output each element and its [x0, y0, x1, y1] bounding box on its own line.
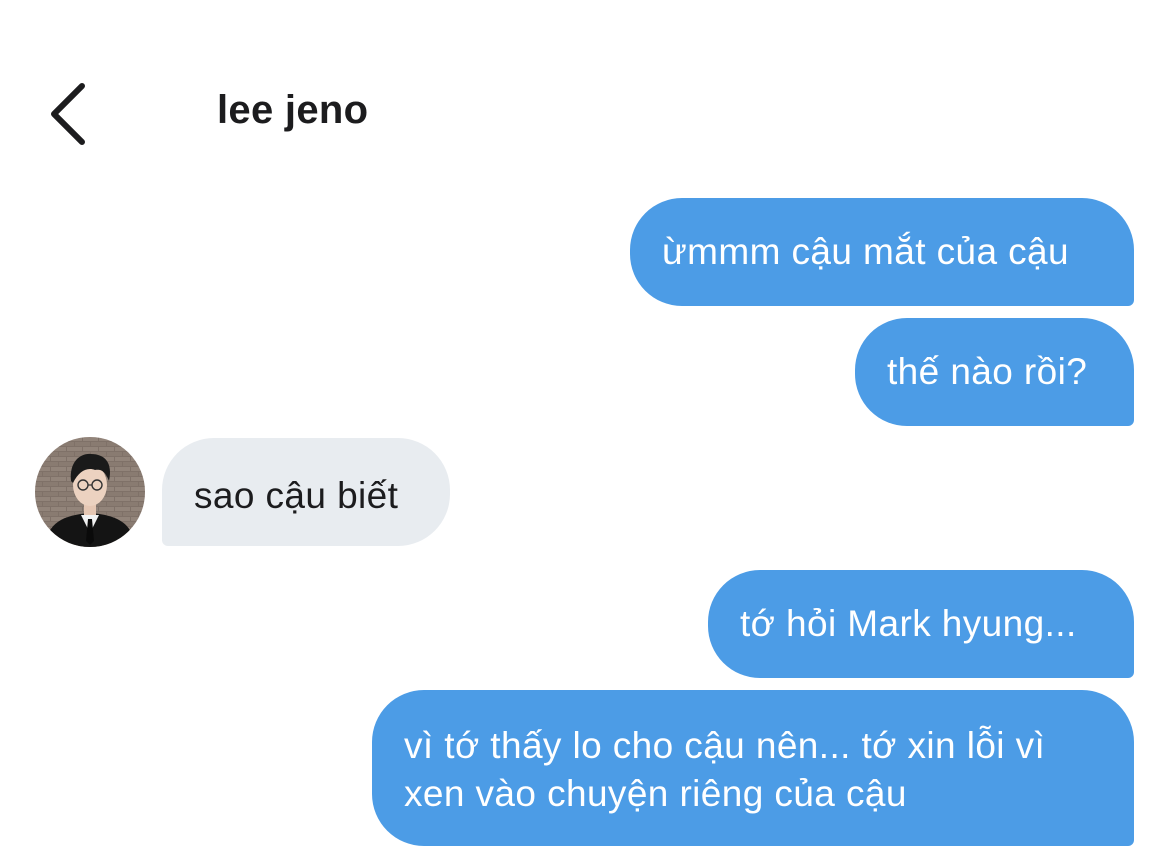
message-text: tớ hỏi Mark hyung... [740, 603, 1077, 644]
contact-avatar[interactable] [35, 437, 145, 547]
message-text: thế nào rồi? [887, 351, 1088, 392]
contact-name[interactable]: lee jeno [217, 88, 368, 133]
message-bubble-sent: vì tớ thấy lo cho cậu nên... tớ xin lỗi … [372, 690, 1134, 846]
back-button[interactable] [38, 78, 98, 150]
message-bubble-received: sao cậu biết [162, 438, 450, 546]
avatar-photo [35, 437, 145, 547]
message-bubble-sent: ừmmm cậu mắt của cậu [630, 198, 1134, 306]
chat-header: lee jeno [0, 0, 1169, 170]
message-text: vì tớ thấy lo cho cậu nên... tớ xin lỗi … [404, 725, 1046, 814]
message-bubble-sent: tớ hỏi Mark hyung... [708, 570, 1134, 678]
message-text: sao cậu biết [194, 475, 399, 516]
message-text: ừmmm cậu mắt của cậu [662, 231, 1069, 272]
chevron-left-icon [51, 83, 85, 145]
message-bubble-sent: thế nào rồi? [855, 318, 1134, 426]
